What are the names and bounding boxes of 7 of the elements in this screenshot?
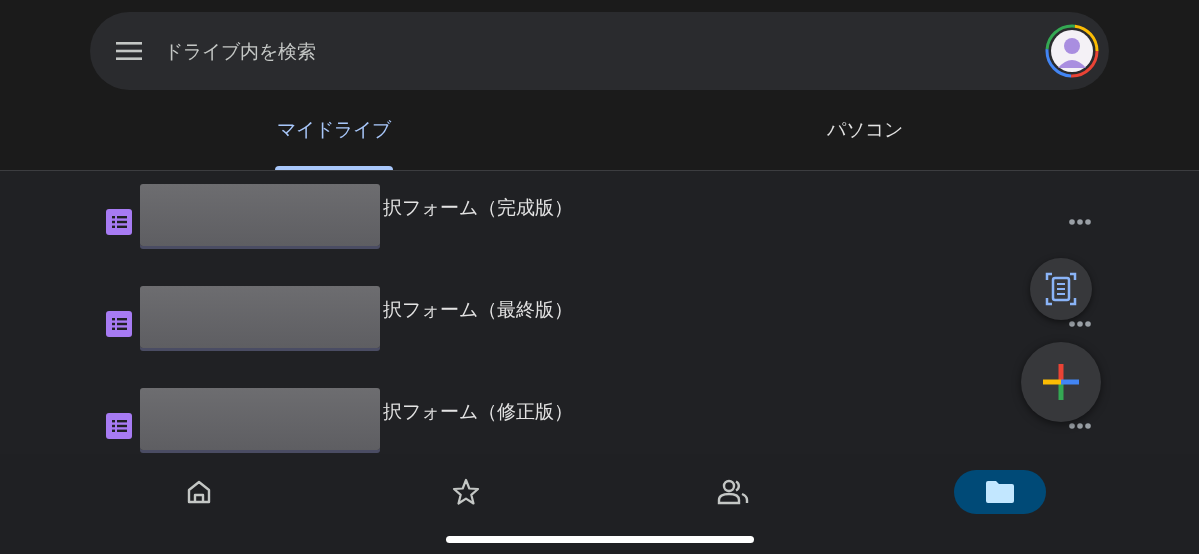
file-name[interactable]: 択フォーム（修正版）: [383, 399, 573, 425]
search-bar[interactable]: ドライブ内を検索: [90, 12, 1109, 90]
search-field[interactable]: ドライブ内を検索: [164, 36, 1045, 66]
tab[interactable]: パソコン: [825, 90, 905, 170]
file-name[interactable]: 択フォーム（最終版）: [383, 297, 573, 323]
file-name[interactable]: 択フォーム（完成版）: [383, 195, 573, 221]
tab[interactable]: マイドライブ: [275, 90, 393, 170]
